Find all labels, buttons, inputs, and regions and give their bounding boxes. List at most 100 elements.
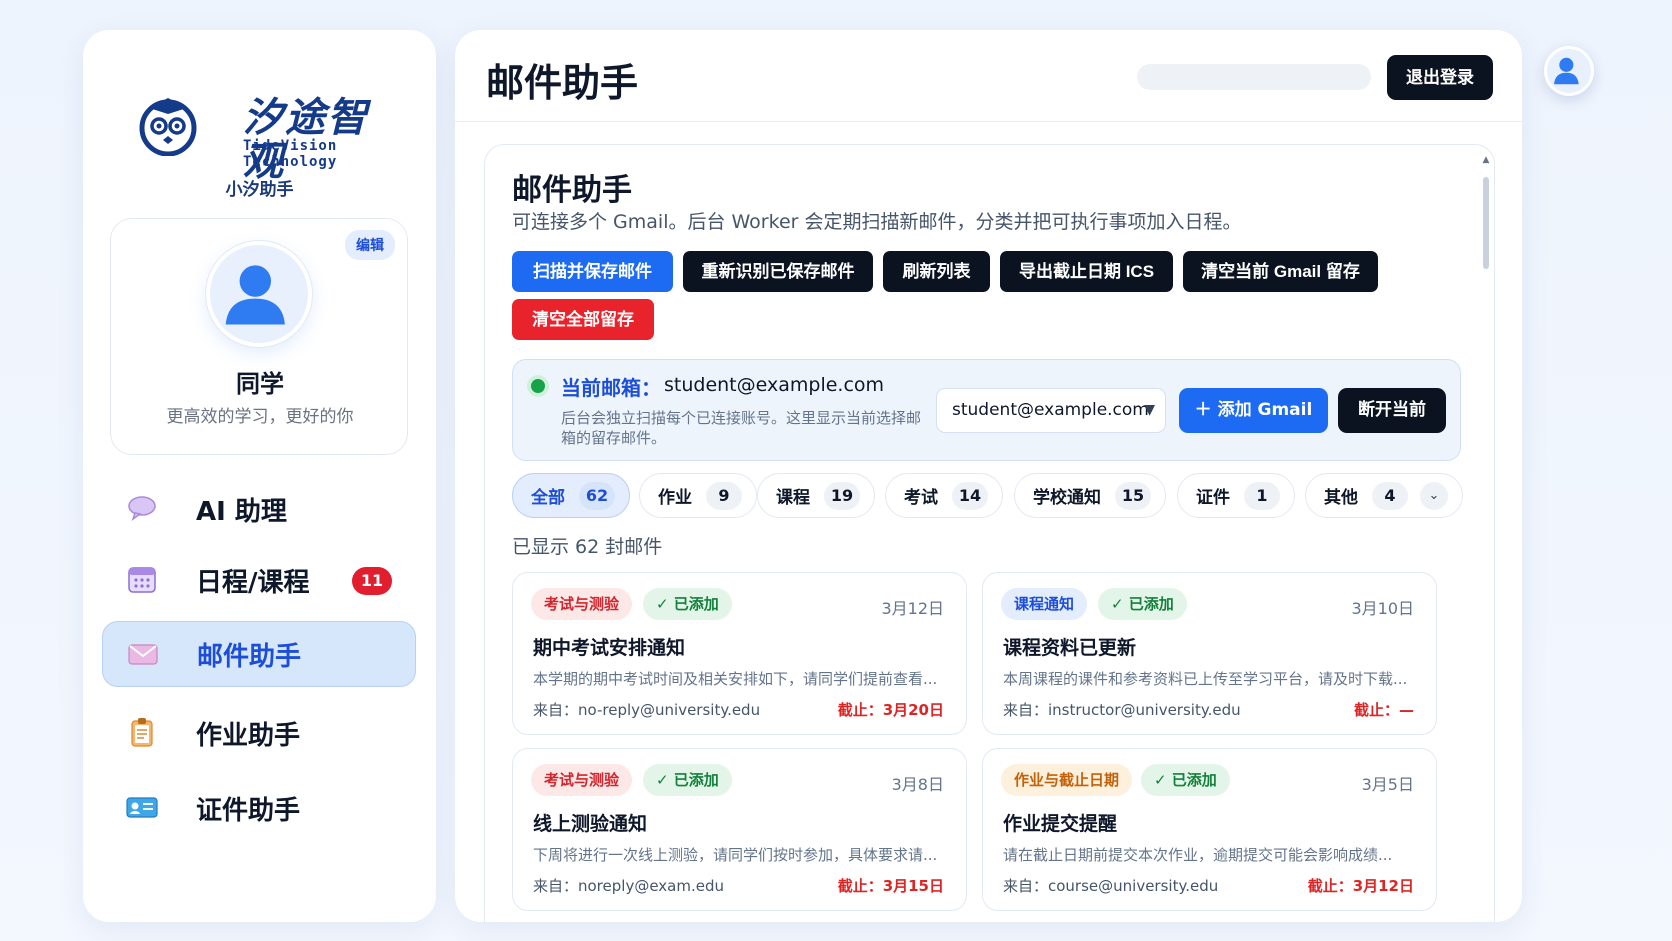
avatar[interactable]: [206, 241, 312, 347]
sidebar-item-label: 作业助手: [196, 720, 301, 751]
mail-title: 作业提交提醒: [1003, 813, 1118, 835]
chip-count: 4: [1372, 481, 1408, 510]
chevron-down-icon[interactable]: ⌄: [1420, 481, 1448, 510]
chevron-down-icon: ▼: [1144, 402, 1155, 418]
chip-label: 全部: [531, 488, 565, 508]
user-icon: [225, 265, 285, 325]
mail-date: 3月12日: [881, 599, 944, 618]
chip-count: 14: [952, 481, 988, 510]
chip-label: 学校通知: [1033, 488, 1101, 508]
filter-chip-id[interactable]: 证件 1: [1177, 473, 1295, 518]
chip-count: 15: [1115, 481, 1151, 510]
filter-chip-other[interactable]: 其他 4 ⌄: [1305, 473, 1463, 518]
filter-chip-exam[interactable]: 考试 14: [885, 473, 1003, 518]
profile-slogan: 更高效的学习，更好的你: [166, 407, 354, 427]
current-account-panel: 当前邮箱： student@example.com 后台会独立扫描每个已连接账号…: [512, 359, 1461, 461]
profile-name: 同学: [236, 370, 284, 398]
envelope-icon: [128, 644, 158, 665]
added-tag: ✓ 已添加: [1098, 588, 1187, 620]
mail-deadline: 截止：3月20日: [837, 701, 944, 719]
sidebar-item-schedule[interactable]: 日程/课程 11: [102, 547, 416, 613]
chip-count: 1: [1244, 481, 1280, 510]
scroll-up-icon[interactable]: ▲: [1481, 155, 1491, 165]
sidebar-item-label: 日程/课程: [196, 567, 310, 598]
schedule-count-badge: 11: [352, 567, 392, 595]
chat-bubble-icon: [128, 496, 156, 521]
brand-name-en: TideVision Technology: [243, 138, 338, 170]
mail-snippet: 本周课程的课件和参考资料已上传至学习平台，请及时下载...: [1003, 670, 1408, 688]
category-tag: 考试与测验: [531, 588, 633, 620]
export-ics-button[interactable]: 导出截止日期 ICS: [1000, 251, 1173, 292]
avatar[interactable]: [1544, 46, 1594, 96]
chip-label: 考试: [904, 488, 938, 508]
added-tag: ✓ 已添加: [1141, 764, 1230, 796]
mail-snippet: 下周将进行一次线上测验，请同学们按时参加，具体要求请...: [533, 846, 938, 864]
disconnect-button[interactable]: 断开当前: [1338, 388, 1446, 433]
sidebar-item-label: 证件助手: [196, 795, 301, 826]
filter-chip-course[interactable]: 课程 19: [757, 473, 875, 518]
rescan-saved-button[interactable]: 重新识别已保存邮件: [683, 251, 873, 292]
shown-count: 已显示 62 封邮件: [512, 536, 663, 558]
chip-label: 其他: [1324, 488, 1358, 508]
added-tag: ✓ 已添加: [643, 764, 732, 796]
header-search-bar[interactable]: [1137, 64, 1371, 90]
sidebar-item-mail[interactable]: 邮件助手: [102, 621, 416, 687]
profile-card: 编辑 同学 更高效的学习，更好的你: [110, 218, 408, 455]
logout-button[interactable]: 退出登录: [1387, 55, 1493, 100]
sidebar: 汐途智观 TideVision Technology 小汐助手 编辑 同学 更高…: [83, 30, 436, 922]
sidebar-item-ai[interactable]: AI 助理: [102, 476, 416, 542]
mail-card[interactable]: 考试与测验 ✓ 已添加 3月8日 线上测验通知 下周将进行一次线上测验，请同学们…: [512, 748, 967, 911]
clear-current-gmail-button[interactable]: 清空当前 Gmail 留存: [1183, 251, 1378, 292]
mail-deadline: 截止：3月15日: [837, 877, 944, 895]
assistant-name: 小汐助手: [225, 180, 294, 200]
mail-date: 3月10日: [1351, 599, 1414, 618]
brand-logo: 汐途智观 TideVision Technology: [127, 58, 397, 184]
mail-sender: 来自：course@university.edu: [1003, 877, 1219, 895]
current-email-value: student@example.com: [664, 374, 885, 396]
scan-save-button[interactable]: 扫描并保存邮件: [512, 251, 673, 292]
clipboard-icon: [131, 718, 153, 747]
scroll-thumb[interactable]: [1483, 177, 1489, 269]
mail-sender: 来自：instructor@university.edu: [1003, 701, 1241, 719]
chip-label: 作业: [658, 488, 692, 508]
filter-chip-all[interactable]: 全部 62: [512, 473, 630, 518]
mail-card[interactable]: 作业与截止日期 ✓ 已添加 3月5日 作业提交提醒 请在截止日期前提交本次作业，…: [982, 748, 1437, 911]
account-select-value: student@example.com: [952, 400, 1149, 420]
sidebar-item-id[interactable]: 证件助手: [102, 775, 416, 841]
chip-label: 课程: [776, 488, 810, 508]
sidebar-item-homework[interactable]: 作业助手: [102, 700, 416, 766]
mail-card[interactable]: 课程通知 ✓ 已添加 3月10日 课程资料已更新 本周课程的课件和参考资料已上传…: [982, 572, 1437, 735]
section-title: 邮件助手: [512, 173, 632, 208]
sidebar-item-label: AI 助理: [196, 496, 287, 527]
category-tag: 作业与截止日期: [1001, 764, 1133, 796]
mail-assistant-card: 邮件助手 可连接多个 Gmail。后台 Worker 会定期扫描新邮件，分类并把…: [484, 144, 1495, 922]
sidebar-item-label: 邮件助手: [197, 641, 302, 672]
id-card-icon: [126, 797, 158, 818]
scrollbar[interactable]: ▲ ▼: [1481, 155, 1491, 922]
filter-chip-homework[interactable]: 作业 9: [639, 473, 757, 518]
mail-sender: 来自：no-reply@university.edu: [533, 701, 761, 719]
connected-status-dot: [531, 379, 545, 393]
owl-logo-icon: [139, 98, 197, 156]
filter-chip-school-notice[interactable]: 学校通知 15: [1014, 473, 1166, 518]
mail-date: 3月8日: [891, 775, 944, 794]
mail-title: 期中考试安排通知: [533, 637, 686, 659]
clear-all-button[interactable]: 清空全部留存: [512, 299, 654, 340]
account-hint: 后台会独立扫描每个已连接账号。这里显示当前选择邮箱的留存邮件。: [561, 409, 922, 447]
mail-snippet: 本学期的期中考试时间及相关安排如下，请同学们提前查看...: [533, 670, 938, 688]
refresh-list-button[interactable]: 刷新列表: [883, 251, 990, 292]
chip-count: 9: [706, 481, 742, 510]
category-tag: 课程通知: [1001, 588, 1088, 620]
main-header: 邮件助手 退出登录: [455, 30, 1522, 122]
edit-profile-button[interactable]: 编辑: [345, 230, 395, 260]
mail-title: 线上测验通知: [533, 813, 648, 835]
account-select[interactable]: student@example.com ▼: [936, 388, 1166, 433]
mail-title: 课程资料已更新: [1003, 637, 1137, 659]
section-description: 可连接多个 Gmail。后台 Worker 会定期扫描新邮件，分类并把可执行事项…: [512, 211, 1242, 233]
calendar-icon: [128, 567, 156, 593]
main-panel: 邮件助手 退出登录 邮件助手 可连接多个 Gmail。后台 Worker 会定期…: [455, 30, 1522, 922]
mail-card[interactable]: 考试与测验 ✓ 已添加 3月12日 期中考试安排通知 本学期的期中考试时间及相关…: [512, 572, 967, 735]
chip-count: 62: [579, 481, 615, 510]
mail-sender: 来自：noreply@exam.edu: [533, 877, 724, 895]
add-gmail-button[interactable]: ＋ 添加 Gmail: [1179, 388, 1328, 433]
